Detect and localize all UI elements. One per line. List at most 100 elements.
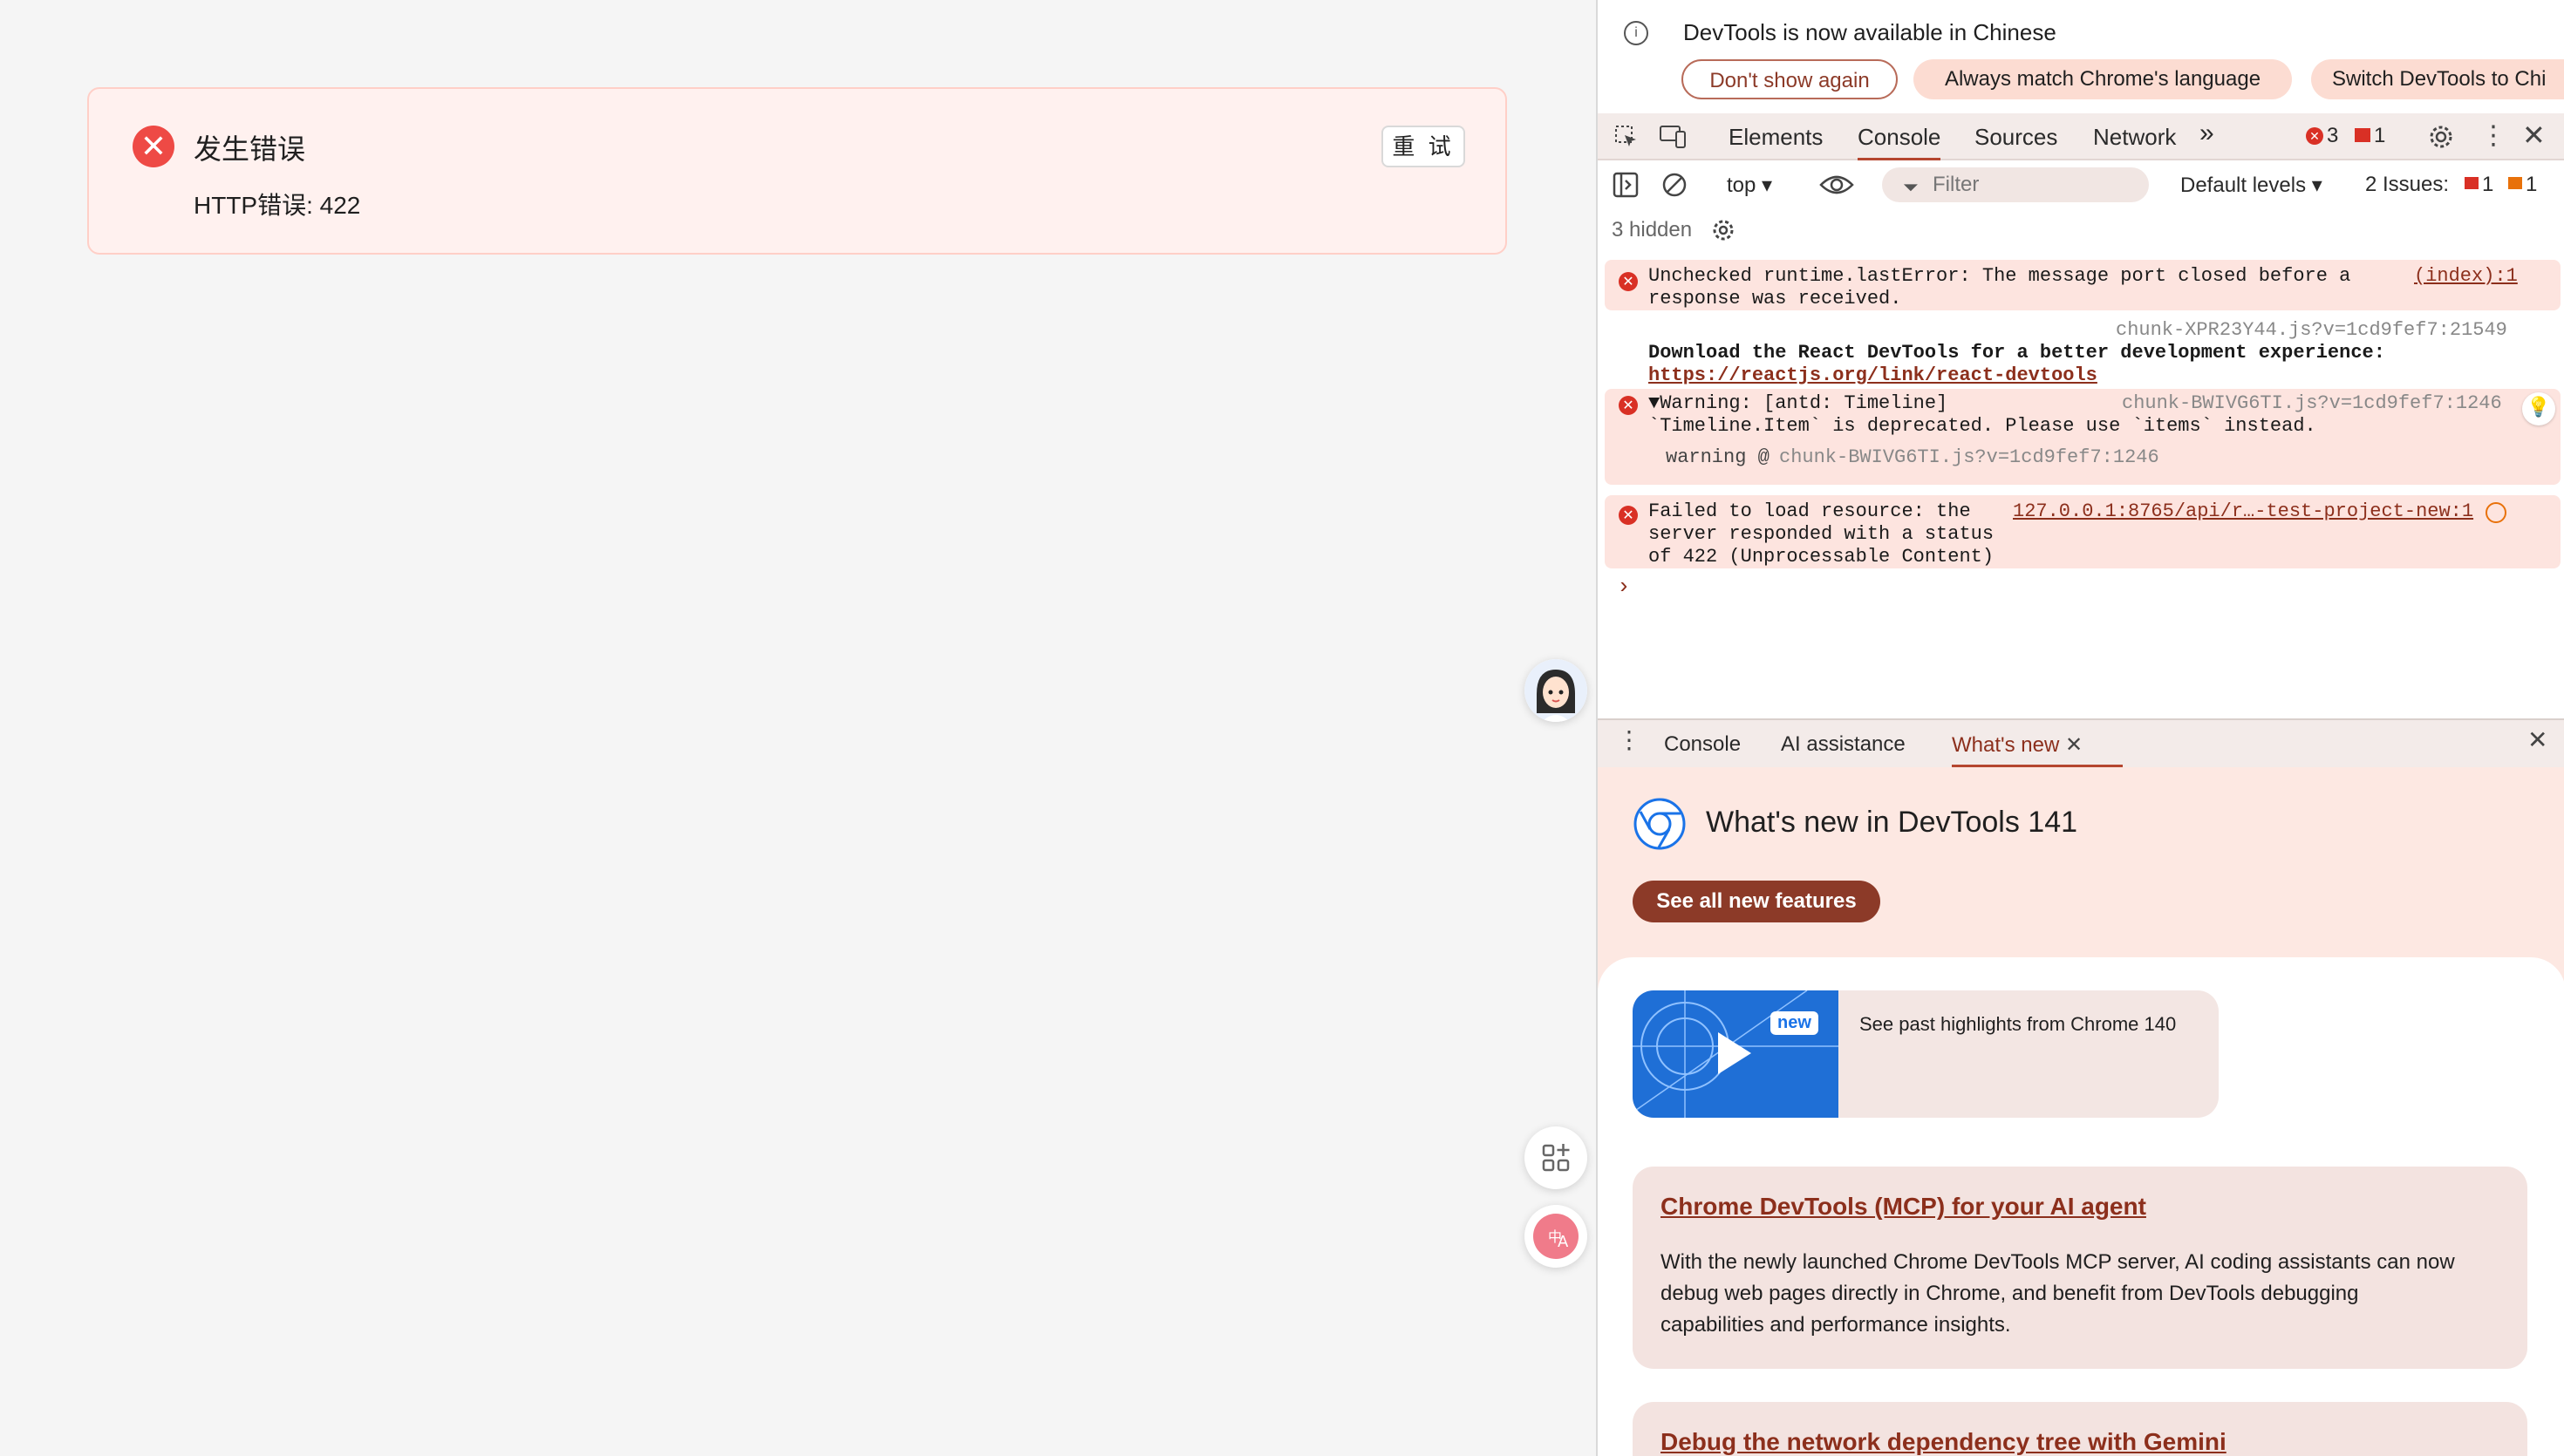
- tab-sources[interactable]: Sources: [1974, 124, 2057, 151]
- tab-elements[interactable]: Elements: [1729, 124, 1823, 151]
- default-levels-label: Default levels: [2180, 173, 2307, 197]
- context-value: top: [1727, 173, 1756, 197]
- message-text[interactable]: ▼Warning: [antd: Timeline]: [1648, 392, 1947, 415]
- drawer-menu-icon[interactable]: ⋮: [1617, 725, 1641, 754]
- error-alert: ✕ 发生错误 HTTP错误: 422 重 试: [87, 87, 1507, 255]
- issues-label[interactable]: 2 Issues:: [2365, 173, 2449, 197]
- source-link[interactable]: (index):1: [2414, 265, 2518, 288]
- error-icon: ✕: [1619, 272, 1638, 291]
- drawer-tab-whats-new[interactable]: What's new ✕: [1952, 732, 2123, 768]
- filter-funnel-icon: ⏷: [1903, 176, 1919, 198]
- issues-error-count[interactable]: 1: [2482, 173, 2493, 197]
- source-link[interactable]: 127.0.0.1:8765/api/r…-test-project-new:1: [2013, 500, 2473, 523]
- switch-language-button[interactable]: Switch DevTools to Chi: [2311, 59, 2564, 99]
- close-circle-icon: ✕: [133, 126, 174, 167]
- default-levels-dropdown[interactable]: Default levels ▾: [2180, 173, 2322, 198]
- message-text: `Timeline.Item` is deprecated. Please us…: [1648, 415, 2316, 437]
- error-count-icon: ✕: [2306, 127, 2323, 145]
- hidden-count: 3 hidden: [1612, 218, 1693, 242]
- always-match-language-button[interactable]: Always match Chrome's language: [1913, 59, 2292, 99]
- stack-trace-link[interactable]: chunk-BWIVG6TI.js?v=1cd9fef7:1246: [1779, 446, 2159, 469]
- app-page: ✕ 发生错误 HTTP错误: 422 重 试 中 A: [0, 0, 1596, 1456]
- language-banner: i DevTools is now available in Chinese D…: [1598, 0, 2564, 113]
- whats-new-content: new See past highlights from Chrome 140 …: [1598, 957, 2564, 1456]
- sidebar-toggle-icon[interactable]: [1612, 171, 1640, 199]
- device-toolbar-icon[interactable]: [1659, 124, 1688, 150]
- ai-explain-icon[interactable]: 💡: [2522, 392, 2555, 425]
- more-options-icon[interactable]: ⋮: [2480, 120, 2506, 151]
- close-drawer-icon[interactable]: ✕: [2527, 725, 2547, 754]
- drawer-tabbar: ⋮ Console AI assistance What's new ✕ ✕: [1598, 718, 2564, 769]
- issue-error-flag-icon: [2465, 177, 2479, 189]
- message-text: of 422 (Unprocessable Content): [1648, 546, 1995, 568]
- drawer-tab-console[interactable]: Console: [1664, 732, 1741, 757]
- message-text: Failed to load resource: the: [1648, 500, 1971, 522]
- chrome-devtools-logo-icon: [1633, 798, 1686, 850]
- hidden-messages-bar: 3 hidden: [1598, 209, 2564, 253]
- drawer-tab-whats-new-label: What's new: [1952, 733, 2060, 757]
- clear-console-icon[interactable]: [1660, 171, 1688, 199]
- translate-icon[interactable]: 中 A: [1524, 1205, 1587, 1268]
- feature-description: With the newly launched Chrome DevTools …: [1660, 1250, 2455, 1274]
- inspect-element-icon[interactable]: [1613, 124, 1640, 150]
- message-text: server responded with a status: [1648, 523, 1995, 545]
- react-devtools-link[interactable]: https://reactjs.org/link/react-devtools: [1648, 364, 2097, 387]
- console-settings-gear-icon[interactable]: [1709, 216, 1737, 244]
- live-expression-eye-icon[interactable]: [1819, 173, 1854, 197]
- network-request-icon[interactable]: [2486, 502, 2506, 523]
- message-text: Download the React DevTools for a better…: [1648, 342, 2385, 364]
- error-message: HTTP错误: 422: [194, 192, 361, 219]
- app-grid-add-icon[interactable]: [1524, 1126, 1587, 1189]
- retry-button[interactable]: 重 试: [1381, 126, 1465, 167]
- console-filter-bar: top ▾ Filter ⏷ Default levels ▾ 2 Issues…: [1598, 160, 2564, 209]
- console-message-error[interactable]: ✕ Unchecked runtime.lastError: The messa…: [1605, 260, 2561, 310]
- console-prompt[interactable]: ›: [1617, 574, 1631, 600]
- issue-count[interactable]: 1: [2374, 124, 2385, 148]
- context-selector[interactable]: top ▾: [1727, 173, 1772, 198]
- stack-trace-label: warning @: [1666, 446, 1770, 468]
- message-text: Unchecked runtime.lastError: The message…: [1648, 265, 2351, 287]
- whats-new-panel: What's new in DevTools 141 See all new f…: [1598, 767, 2564, 1456]
- see-all-features-button[interactable]: See all new features: [1633, 881, 1880, 922]
- devtools-panel: i DevTools is now available in Chinese D…: [1596, 0, 2564, 1456]
- video-highlights-card[interactable]: new See past highlights from Chrome 140: [1633, 990, 2219, 1118]
- error-title: 发生错误: [194, 133, 306, 165]
- error-icon: ✕: [1619, 396, 1638, 415]
- filter-input[interactable]: Filter: [1882, 167, 2149, 202]
- settings-gear-icon[interactable]: [2426, 122, 2456, 152]
- feature-card-mcp: Chrome DevTools (MCP) for your AI agent …: [1633, 1167, 2527, 1369]
- error-count[interactable]: 3: [2327, 124, 2338, 148]
- feature-title-link[interactable]: Chrome DevTools (MCP) for your AI agent: [1660, 1193, 2146, 1221]
- error-icon: ✕: [1619, 506, 1638, 525]
- new-badge: new: [1770, 1011, 1818, 1035]
- dont-show-again-button[interactable]: Don't show again: [1681, 59, 1898, 99]
- more-tabs-icon[interactable]: »: [2199, 119, 2214, 148]
- message-text: response was received.: [1648, 288, 1902, 310]
- devtools-toolbar: Elements Console Sources Network » ✕ 3 1…: [1598, 113, 2564, 161]
- tab-network[interactable]: Network: [2093, 124, 2176, 151]
- console-messages: ✕ Unchecked runtime.lastError: The messa…: [1598, 255, 2564, 717]
- console-message-log[interactable]: chunk-XPR23Y44.js?v=1cd9fef7:21549 Downl…: [1605, 314, 2561, 387]
- feature-description: debug web pages directly in Chrome, and …: [1660, 1282, 2359, 1305]
- feature-description: capabilities and performance insights.: [1660, 1313, 2011, 1337]
- drawer-tab-ai-assistance[interactable]: AI assistance: [1781, 732, 1906, 757]
- close-tab-icon[interactable]: ✕: [2065, 733, 2083, 757]
- banner-text: DevTools is now available in Chinese: [1683, 19, 2056, 45]
- feature-title-link[interactable]: Debug the network dependency tree with G…: [1660, 1428, 2226, 1456]
- close-devtools-icon[interactable]: ✕: [2522, 119, 2546, 152]
- video-card-text: See past highlights from Chrome 140: [1859, 1013, 2177, 1035]
- tab-console[interactable]: Console: [1858, 124, 1941, 161]
- whats-new-title: What's new in DevTools 141: [1706, 806, 2078, 839]
- source-link[interactable]: chunk-BWIVG6TI.js?v=1cd9fef7:1246: [2122, 392, 2502, 415]
- video-thumbnail[interactable]: new: [1633, 990, 1838, 1118]
- issues-warning-count[interactable]: 1: [2526, 173, 2537, 197]
- console-message-error[interactable]: ✕ ▼Warning: [antd: Timeline] chunk-BWIVG…: [1605, 389, 2561, 485]
- play-video-icon: [1633, 990, 1838, 1118]
- console-message-error[interactable]: ✕ Failed to load resource: the server re…: [1605, 495, 2561, 568]
- source-link[interactable]: chunk-XPR23Y44.js?v=1cd9fef7:21549: [2116, 319, 2507, 342]
- feature-card-network-tree: Debug the network dependency tree with G…: [1633, 1402, 2527, 1456]
- svg-text:A: A: [1558, 1233, 1569, 1251]
- info-icon: i: [1624, 21, 1648, 45]
- avatar[interactable]: [1524, 659, 1587, 722]
- issue-warning-flag-icon: [2508, 177, 2522, 189]
